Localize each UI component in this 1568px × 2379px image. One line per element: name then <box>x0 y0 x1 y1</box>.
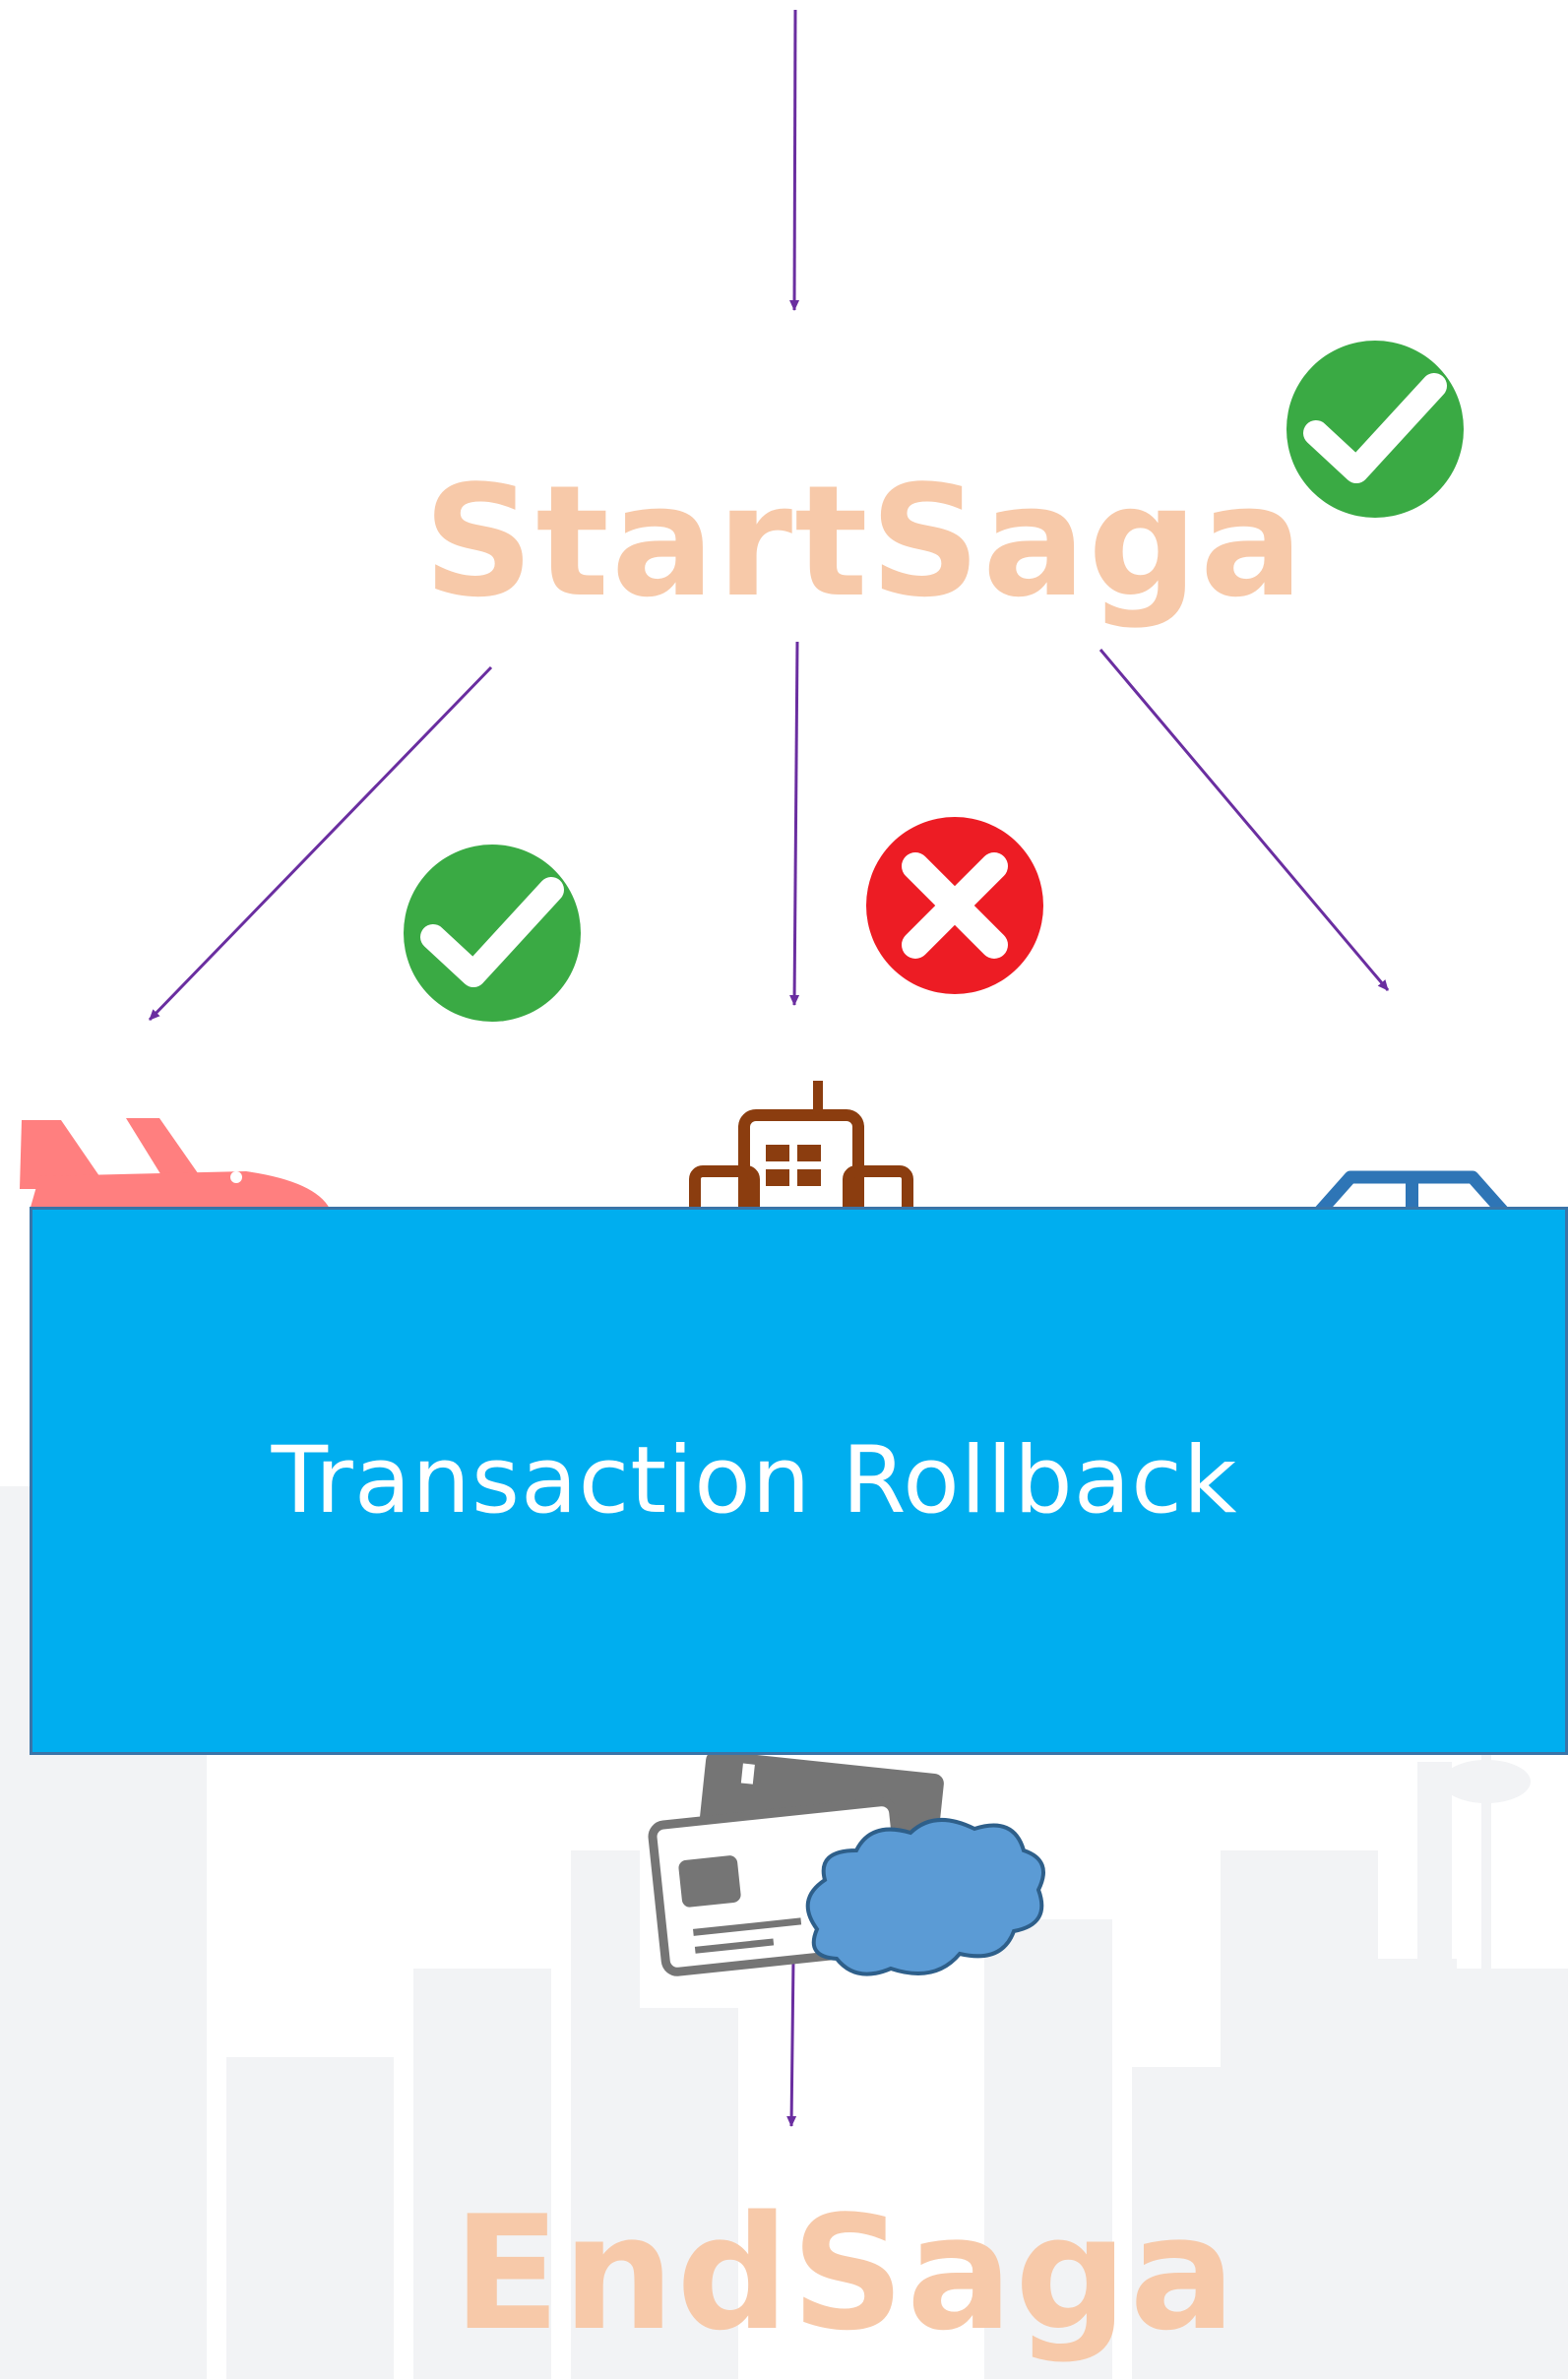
success-check-icon <box>404 845 581 1022</box>
airplane-icon <box>20 1118 330 1211</box>
failure-cross-icon <box>866 817 1043 994</box>
start-saga-label: StartSaga <box>423 452 1306 631</box>
success-check-icon <box>1286 341 1464 518</box>
end-saga-label: EndSaga <box>453 2181 1238 2365</box>
arrow-to-car <box>1098 649 1390 991</box>
transaction-rollback-label: Transaction Rollback <box>271 1427 1238 1534</box>
saga-diagram <box>0 9 1568 2379</box>
transaction-rollback-box: Transaction Rollback <box>30 1207 1568 1755</box>
arrow-into-start <box>789 9 800 311</box>
arrow-to-end <box>786 1958 797 2127</box>
arrow-to-hotel <box>789 641 800 1006</box>
